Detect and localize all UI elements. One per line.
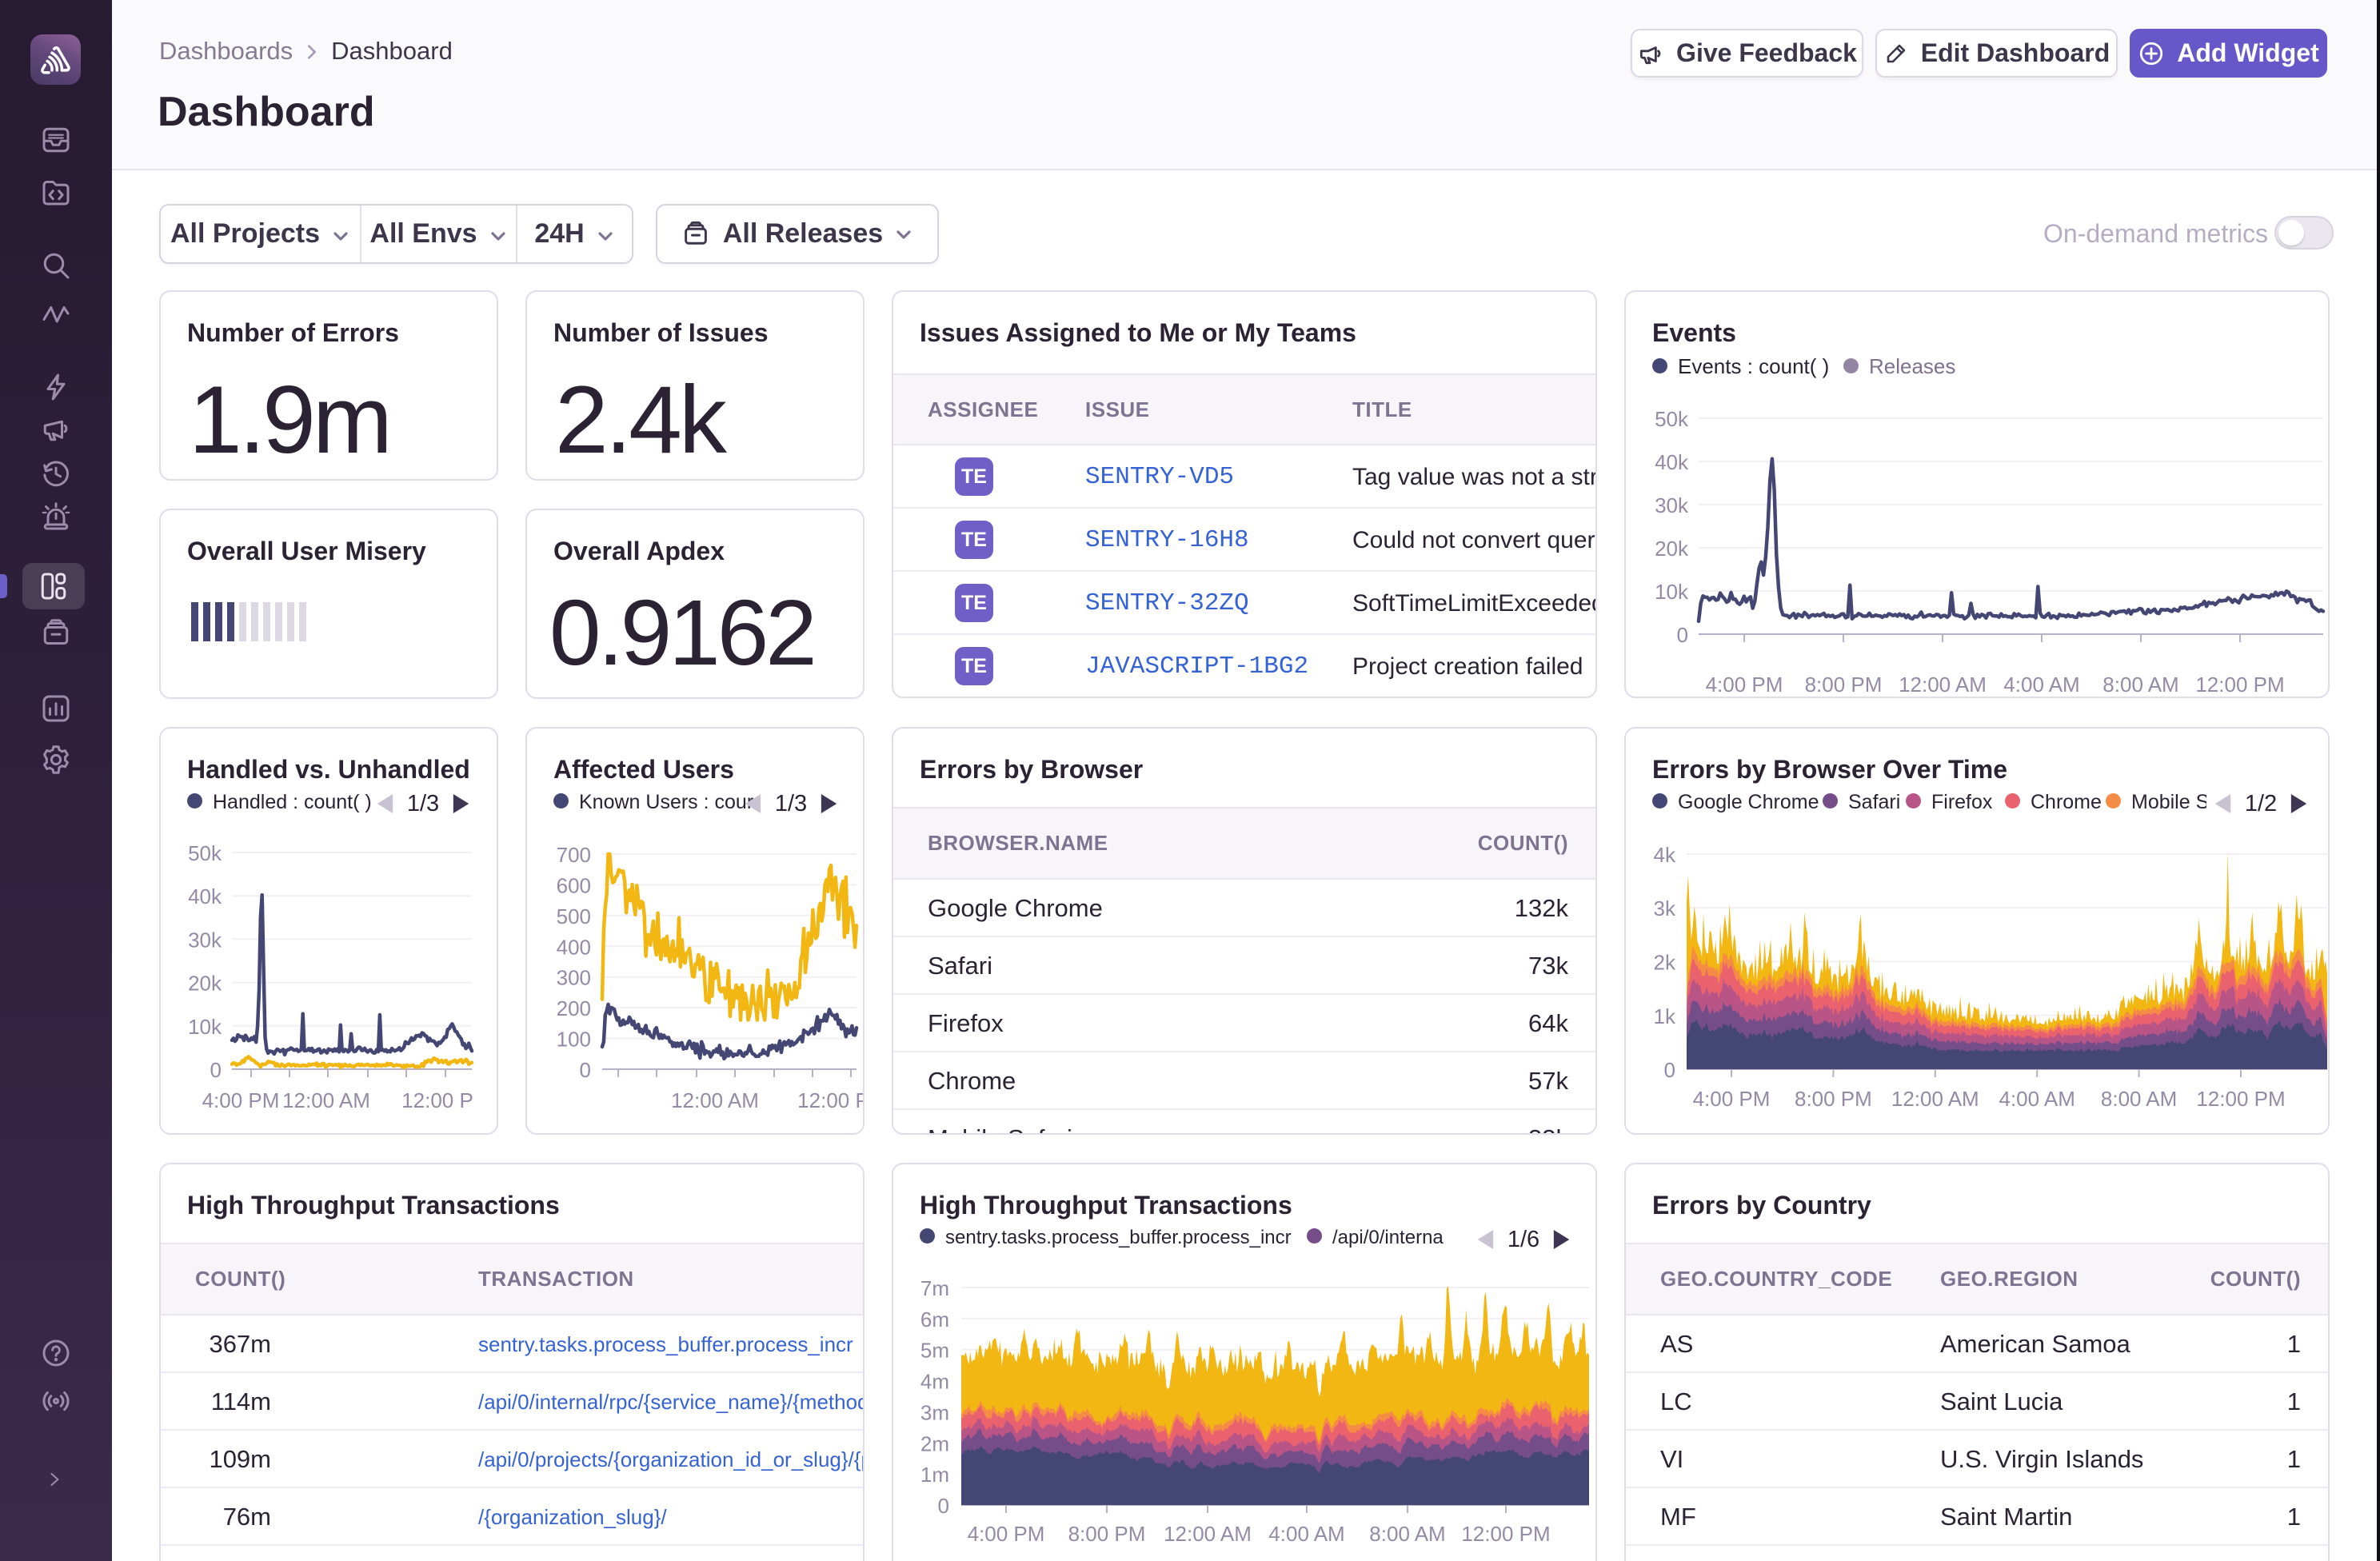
svg-text:0: 0	[1677, 623, 1688, 647]
svg-text:12:00 AM: 12:00 AM	[282, 1088, 370, 1112]
svg-text:12:00 AM: 12:00 AM	[1891, 1087, 1979, 1111]
svg-text:600: 600	[557, 873, 591, 897]
svg-text:0: 0	[1664, 1058, 1675, 1082]
svg-text:4:00 PM: 4:00 PM	[1706, 673, 1783, 697]
svg-text:300: 300	[557, 966, 591, 990]
svg-text:400: 400	[557, 935, 591, 959]
svg-text:50k: 50k	[1655, 407, 1689, 431]
svg-text:30k: 30k	[1655, 493, 1689, 517]
svg-text:4m: 4m	[920, 1370, 949, 1394]
svg-text:8:00 PM: 8:00 PM	[1068, 1522, 1146, 1546]
svg-text:200: 200	[557, 996, 591, 1020]
svg-text:40k: 40k	[188, 884, 222, 908]
svg-text:5m: 5m	[920, 1339, 949, 1363]
svg-text:12:00 AM: 12:00 AM	[1164, 1522, 1252, 1546]
svg-text:12:00 PM: 12:00 PM	[2195, 673, 2284, 697]
svg-text:20k: 20k	[1655, 537, 1689, 561]
svg-text:50k: 50k	[188, 841, 222, 865]
svg-text:0: 0	[580, 1058, 591, 1082]
svg-text:3k: 3k	[1654, 896, 1676, 920]
svg-text:0: 0	[938, 1494, 949, 1518]
svg-text:100: 100	[557, 1028, 591, 1052]
svg-text:8:00 PM: 8:00 PM	[1805, 673, 1883, 697]
svg-text:4:00 AM: 4:00 AM	[1268, 1522, 1344, 1546]
svg-text:8:00 PM: 8:00 PM	[1795, 1087, 1872, 1111]
svg-text:4:00 PM: 4:00 PM	[202, 1088, 280, 1112]
svg-text:8:00 AM: 8:00 AM	[2101, 1087, 2177, 1111]
svg-text:10k: 10k	[1655, 580, 1689, 604]
svg-text:0: 0	[210, 1058, 222, 1082]
svg-text:500: 500	[557, 904, 591, 928]
svg-text:40k: 40k	[1655, 450, 1689, 474]
svg-text:6m: 6m	[920, 1307, 949, 1331]
svg-text:12:00 PM: 12:00 PM	[2196, 1087, 2285, 1111]
svg-text:4k: 4k	[1654, 843, 1676, 867]
svg-text:20k: 20k	[188, 972, 222, 996]
svg-text:8:00 AM: 8:00 AM	[2102, 673, 2178, 697]
svg-text:7m: 7m	[920, 1276, 949, 1300]
svg-text:12:00 AM: 12:00 AM	[671, 1088, 759, 1112]
svg-text:1m: 1m	[920, 1463, 949, 1487]
svg-text:4:00 PM: 4:00 PM	[968, 1522, 1045, 1546]
svg-text:12:00 P: 12:00 P	[401, 1088, 473, 1112]
svg-text:4:00 AM: 4:00 AM	[2003, 673, 2079, 697]
svg-text:2k: 2k	[1654, 951, 1676, 975]
svg-text:30k: 30k	[188, 928, 222, 952]
svg-text:10k: 10k	[188, 1015, 222, 1039]
svg-text:12:00 P: 12:00 P	[797, 1088, 865, 1112]
svg-text:1k: 1k	[1654, 1004, 1676, 1028]
svg-text:4:00 AM: 4:00 AM	[1999, 1087, 2075, 1111]
svg-text:12:00 AM: 12:00 AM	[1899, 673, 1987, 697]
svg-text:3m: 3m	[920, 1400, 949, 1424]
svg-text:8:00 AM: 8:00 AM	[1369, 1522, 1445, 1546]
svg-text:12:00 PM: 12:00 PM	[1461, 1522, 1550, 1546]
svg-text:4:00 PM: 4:00 PM	[1693, 1087, 1771, 1111]
svg-text:700: 700	[557, 843, 591, 867]
svg-text:2m: 2m	[920, 1431, 949, 1455]
